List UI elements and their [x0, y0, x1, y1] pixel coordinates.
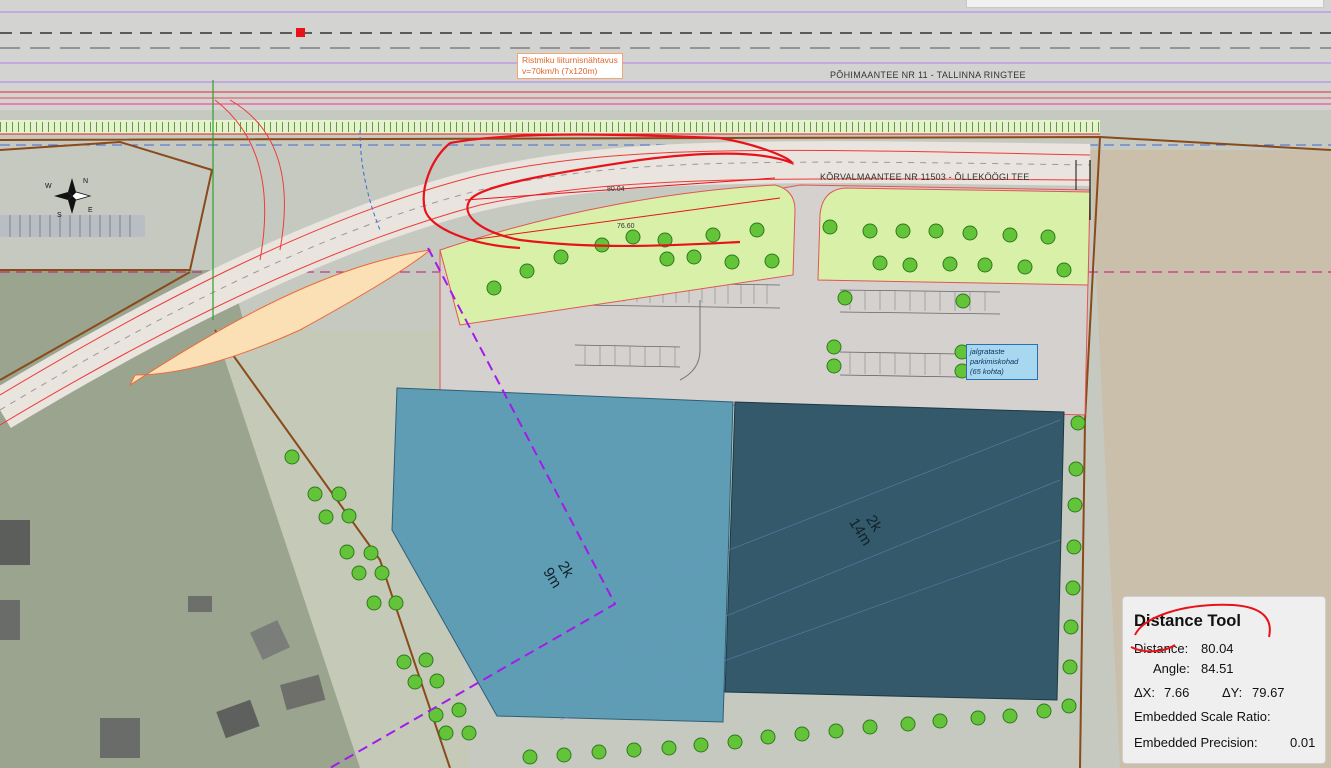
top-toolbar-edge: [966, 0, 1324, 8]
svg-text:N: N: [83, 178, 88, 185]
bike-parking-line3: (65 kohta): [970, 367, 1004, 376]
building-right[interactable]: [724, 401, 1065, 701]
distance-value: 80.04: [1201, 641, 1234, 656]
parked-cars-strip: [0, 215, 145, 237]
distance-tool-panel[interactable]: Distance Tool Distance: 80.04 Angle: 84.…: [1122, 596, 1326, 764]
measure-label-1: 80.04: [607, 186, 625, 193]
distance-label: Distance:: [1134, 641, 1189, 656]
precision-label: Embedded Precision:: [1134, 735, 1258, 750]
delta-y-value: 79.67: [1252, 685, 1285, 700]
side-road-label: KÕRVALMAANTEE NR 11503 - ÕLLEKÖÖGI TEE: [820, 172, 1030, 182]
svg-text:S: S: [57, 212, 62, 219]
scale-ratio-label: Embedded Scale Ratio:: [1134, 709, 1271, 724]
delta-x-value: 7.66: [1164, 685, 1190, 700]
angle-label: Angle:: [1153, 661, 1190, 676]
sightline-note-line2: v=70km/h (7x120m): [522, 66, 598, 76]
red-marker: [296, 28, 305, 37]
bike-parking-line2: parkimiskohad: [970, 357, 1019, 366]
distance-tool-title: Distance Tool: [1134, 612, 1241, 630]
bike-parking-label: jalgrataste parkimiskohad (65 kohta): [966, 344, 1038, 380]
angle-value: 84.51: [1201, 661, 1234, 676]
sightline-note-line1: Ristmiku liiturnisnähtavus: [522, 55, 618, 65]
svg-text:E: E: [88, 207, 93, 214]
bike-parking-line1: jalgrataste: [970, 347, 1005, 356]
delta-x-label: ΔX:: [1134, 685, 1155, 700]
delta-y-label: ΔY:: [1222, 685, 1243, 700]
main-road-label: PÕHIMAANTEE NR 11 - TALLINNA RINGTEE: [830, 70, 1026, 80]
sightline-note: Ristmiku liiturnisnähtavus v=70km/h (7x1…: [517, 53, 623, 79]
highway-area: [0, 0, 1331, 110]
measure-label-2: 76.60: [617, 223, 635, 230]
precision-value: 0.01: [1290, 735, 1316, 750]
svg-text:W: W: [45, 183, 52, 190]
